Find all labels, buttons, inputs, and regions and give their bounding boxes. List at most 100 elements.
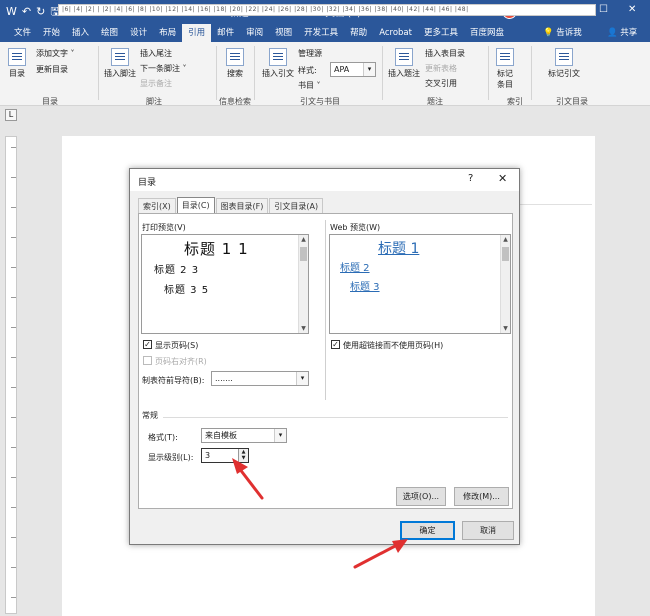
tab-table-of-authorities[interactable]: 引文目录(A) bbox=[269, 198, 324, 213]
help-icon[interactable]: ? bbox=[468, 173, 473, 184]
show-page-numbers-label: 显示页码(S) bbox=[155, 341, 199, 350]
mark-citation-button[interactable]: 标记引文 bbox=[548, 48, 580, 79]
preview-heading-1: 标题 1 1 bbox=[184, 240, 249, 258]
ok-button[interactable]: 确定 bbox=[400, 521, 455, 540]
mark-entry-icon bbox=[496, 48, 514, 66]
tell-me-search[interactable]: 💡 告诉我 bbox=[543, 24, 582, 42]
spin-down-icon[interactable]: ▼ bbox=[238, 455, 248, 462]
tab-review[interactable]: 审阅 bbox=[240, 24, 269, 42]
tab-acrobat[interactable]: Acrobat bbox=[373, 24, 418, 42]
tab-developer[interactable]: 开发工具 bbox=[298, 24, 344, 42]
modify-button[interactable]: 修改(M)... bbox=[454, 487, 509, 506]
scroll-up-icon: ▲ bbox=[503, 236, 508, 243]
insert-caption-button[interactable]: 插入题注 bbox=[388, 48, 420, 79]
insert-footnote-button[interactable]: 插入脚注 bbox=[104, 48, 136, 79]
tab-leader-select[interactable]: ....... ▾ bbox=[211, 371, 309, 386]
add-text-button[interactable]: 添加文字 ˅ bbox=[36, 48, 75, 59]
dialog-title: 目录 bbox=[138, 178, 157, 188]
next-footnote-button[interactable]: 下一条脚注 ˅ bbox=[140, 63, 187, 74]
levels-spinner[interactable]: 3 ▲ ▼ bbox=[201, 448, 249, 463]
web-heading-2[interactable]: 标题 2 bbox=[340, 259, 370, 274]
search-button[interactable]: 搜索 bbox=[226, 48, 244, 79]
tab-more-tools[interactable]: 更多工具 bbox=[418, 24, 464, 42]
share-label: 共享 bbox=[620, 28, 638, 38]
tab-view[interactable]: 视图 bbox=[269, 24, 298, 42]
ruler-area bbox=[0, 106, 650, 126]
horizontal-ruler[interactable]: |6| |4| |2| | |2| |4| |6| |8| |10| |12| … bbox=[58, 4, 596, 16]
use-hyperlinks-label: 使用超链接而不使用页码(H) bbox=[343, 341, 444, 350]
scroll-down-icon: ▼ bbox=[503, 325, 508, 332]
tab-baidu-netdisk[interactable]: 百度网盘 bbox=[464, 24, 510, 42]
toc-dialog: 目录 ? ✕ 索引(X) 目录(C) 图表目录(F) 引文目录(A) 打印预览(… bbox=[129, 168, 520, 545]
caption-icon bbox=[395, 48, 413, 66]
scroll-down-icon: ▼ bbox=[301, 325, 306, 332]
tab-file[interactable]: 文件 bbox=[8, 24, 37, 42]
tab-draw[interactable]: 绘图 bbox=[95, 24, 124, 42]
print-preview-scrollbar[interactable]: ▲ ▼ bbox=[298, 235, 308, 333]
tell-me-label: 告诉我 bbox=[556, 28, 582, 38]
tab-leader-label: 制表符前导符(B): bbox=[142, 376, 205, 385]
print-preview-box: 标题 1 1 标题 2 3 标题 3 5 ▲ ▼ bbox=[141, 234, 309, 334]
web-heading-1[interactable]: 标题 1 bbox=[378, 238, 419, 258]
tab-insert[interactable]: 插入 bbox=[66, 24, 95, 42]
mark-entry-button[interactable]: 标记 条目 bbox=[496, 48, 514, 90]
cancel-button[interactable]: 取消 bbox=[462, 521, 514, 540]
show-page-numbers-checkbox[interactable]: ✓ bbox=[143, 340, 152, 349]
tab-layout[interactable]: 布局 bbox=[153, 24, 182, 42]
tab-mailings[interactable]: 邮件 bbox=[211, 24, 240, 42]
right-align-label: 页码右对齐(R) bbox=[155, 357, 207, 366]
toc-tab-panel: 打印预览(V) 标题 1 1 标题 2 3 标题 3 5 ▲ ▼ Web 预览(W… bbox=[138, 213, 513, 509]
cross-reference-button[interactable]: 交叉引用 bbox=[425, 78, 457, 89]
format-label: 格式(T): bbox=[148, 433, 178, 442]
update-toc-button[interactable]: 更新目录 bbox=[36, 64, 68, 75]
insert-endnote-button[interactable]: 插入尾注 bbox=[140, 48, 172, 59]
ribbon-tabs: 文件 开始 插入 绘图 设计 布局 引用 邮件 审阅 视图 开发工具 帮助 Ac… bbox=[0, 24, 650, 42]
scroll-up-icon: ▲ bbox=[301, 236, 306, 243]
general-section-label: 常规 bbox=[142, 411, 158, 420]
chevron-down-icon: ▾ bbox=[296, 372, 308, 385]
preview-heading-3: 标题 3 5 bbox=[164, 285, 210, 296]
insert-table-of-figures-button[interactable]: 插入表目录 bbox=[425, 48, 465, 59]
footnote-icon bbox=[111, 48, 129, 66]
web-preview-scrollbar[interactable]: ▲ ▼ bbox=[500, 235, 510, 333]
tab-table-of-figures[interactable]: 图表目录(F) bbox=[215, 198, 269, 213]
chevron-down-icon: ▾ bbox=[363, 63, 375, 76]
toc-button[interactable]: 目录 bbox=[8, 48, 26, 79]
preview-heading-2: 标题 2 3 bbox=[154, 265, 200, 276]
manage-sources-button[interactable]: 管理源 bbox=[298, 48, 322, 59]
maximize-icon[interactable]: ☐ bbox=[599, 4, 608, 15]
format-select[interactable]: 来自模板 ▾ bbox=[201, 428, 287, 443]
insert-citation-button[interactable]: 插入引文 bbox=[262, 48, 294, 79]
tab-selector[interactable]: L bbox=[5, 109, 17, 121]
right-align-checkbox[interactable] bbox=[143, 356, 152, 365]
levels-label: 显示级别(L): bbox=[148, 453, 194, 462]
tab-index[interactable]: 索引(X) bbox=[138, 198, 176, 213]
mark-citation-icon bbox=[555, 48, 573, 66]
column-divider bbox=[325, 220, 326, 400]
dialog-tabs: 索引(X) 目录(C) 图表目录(F) 引文目录(A) bbox=[138, 197, 324, 213]
print-preview-label: 打印预览(V) bbox=[142, 223, 186, 232]
style-label: 样式: bbox=[298, 66, 317, 75]
citation-icon bbox=[269, 48, 287, 66]
ribbon-references: 目录 添加文字 ˅ 更新目录 目录 插入脚注 插入尾注 下一条脚注 ˅ 显示备注… bbox=[0, 42, 650, 106]
tab-home[interactable]: 开始 bbox=[37, 24, 66, 42]
close-window-icon[interactable]: ✕ bbox=[628, 4, 636, 15]
tab-design[interactable]: 设计 bbox=[124, 24, 153, 42]
close-icon[interactable]: ✕ bbox=[498, 172, 507, 185]
web-preview-box: 标题 1 标题 2 标题 3 ▲ ▼ bbox=[329, 234, 511, 334]
web-preview-label: Web 预览(W) bbox=[330, 223, 381, 232]
share-button[interactable]: 👤 共享 bbox=[607, 24, 637, 42]
citation-style-select[interactable]: APA ▾ bbox=[330, 62, 376, 77]
tab-help[interactable]: 帮助 bbox=[344, 24, 373, 42]
web-heading-3[interactable]: 标题 3 bbox=[350, 278, 380, 293]
tab-toc[interactable]: 目录(C) bbox=[176, 197, 215, 213]
vertical-ruler[interactable] bbox=[5, 136, 17, 614]
tab-references[interactable]: 引用 bbox=[182, 24, 212, 42]
chevron-down-icon: ▾ bbox=[274, 429, 286, 442]
use-hyperlinks-checkbox[interactable]: ✓ bbox=[331, 340, 340, 349]
bibliography-button[interactable]: 书目 ˅ bbox=[298, 80, 321, 91]
show-notes-button[interactable]: 显示备注 bbox=[140, 78, 172, 89]
search-icon bbox=[226, 48, 244, 66]
update-table-button[interactable]: 更新表格 bbox=[425, 63, 457, 74]
options-button[interactable]: 选项(O)... bbox=[396, 487, 446, 506]
